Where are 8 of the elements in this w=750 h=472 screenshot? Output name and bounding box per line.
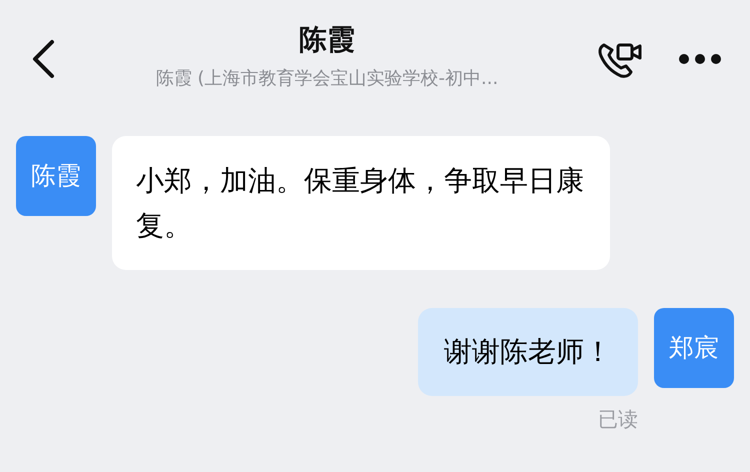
message-bubble: 小郑，加油。保重身体，争取早日康复。 [112, 136, 610, 270]
message-bubble: 谢谢陈老师！ [418, 308, 638, 396]
avatar[interactable]: 郑宸 [654, 308, 734, 388]
chat-title: 陈霞 [299, 22, 355, 58]
chat-subtitle: 陈霞 (上海市教育学会宝山实验学校-初中... [156, 66, 498, 90]
avatar[interactable]: 陈霞 [16, 136, 96, 216]
read-status: 已读 [598, 406, 638, 433]
more-icon[interactable] [678, 53, 722, 65]
